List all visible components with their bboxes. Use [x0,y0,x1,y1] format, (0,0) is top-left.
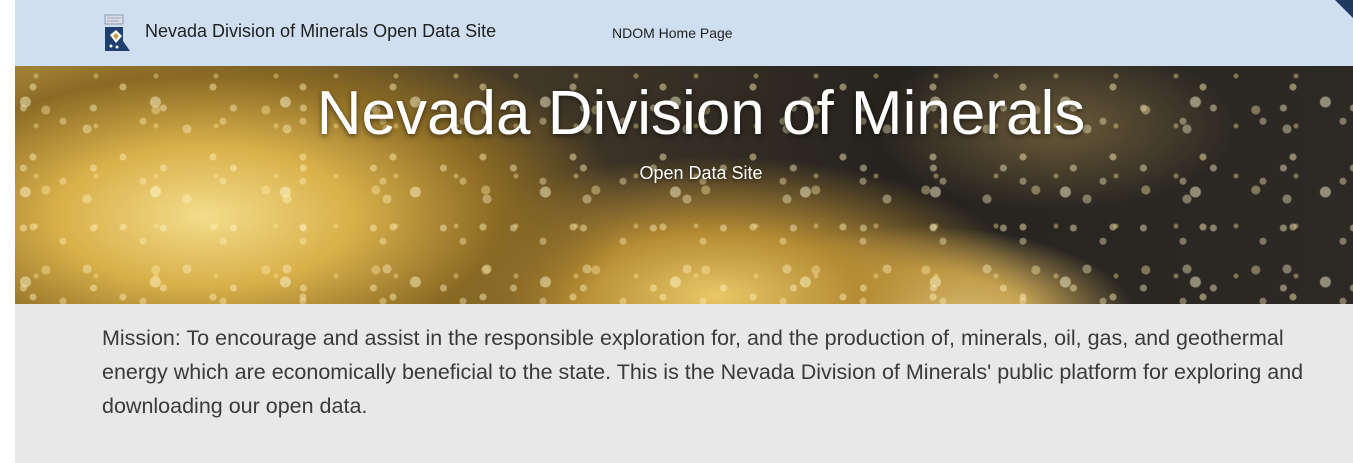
hero-subtitle: Open Data Site [639,163,763,183]
corner-accent [1335,0,1353,18]
ndom-home-page-link[interactable]: NDOM Home Page [612,25,733,41]
hero-title: Nevada Division of Minerals [316,79,1086,148]
nevada-state-seal-icon[interactable] [102,13,132,53]
page: Nevada Division of Minerals Open Data Si… [0,0,1353,463]
hero-banner: Nevada Division of Minerals Open Data Si… [15,66,1353,304]
mission-statement: Mission: To encourage and assist in the … [102,326,1304,418]
site-title[interactable]: Nevada Division of Minerals Open Data Si… [145,21,496,42]
top-navigation-bar: Nevada Division of Minerals Open Data Si… [15,0,1353,66]
mission-section: Mission: To encourage and assist in the … [15,304,1353,463]
